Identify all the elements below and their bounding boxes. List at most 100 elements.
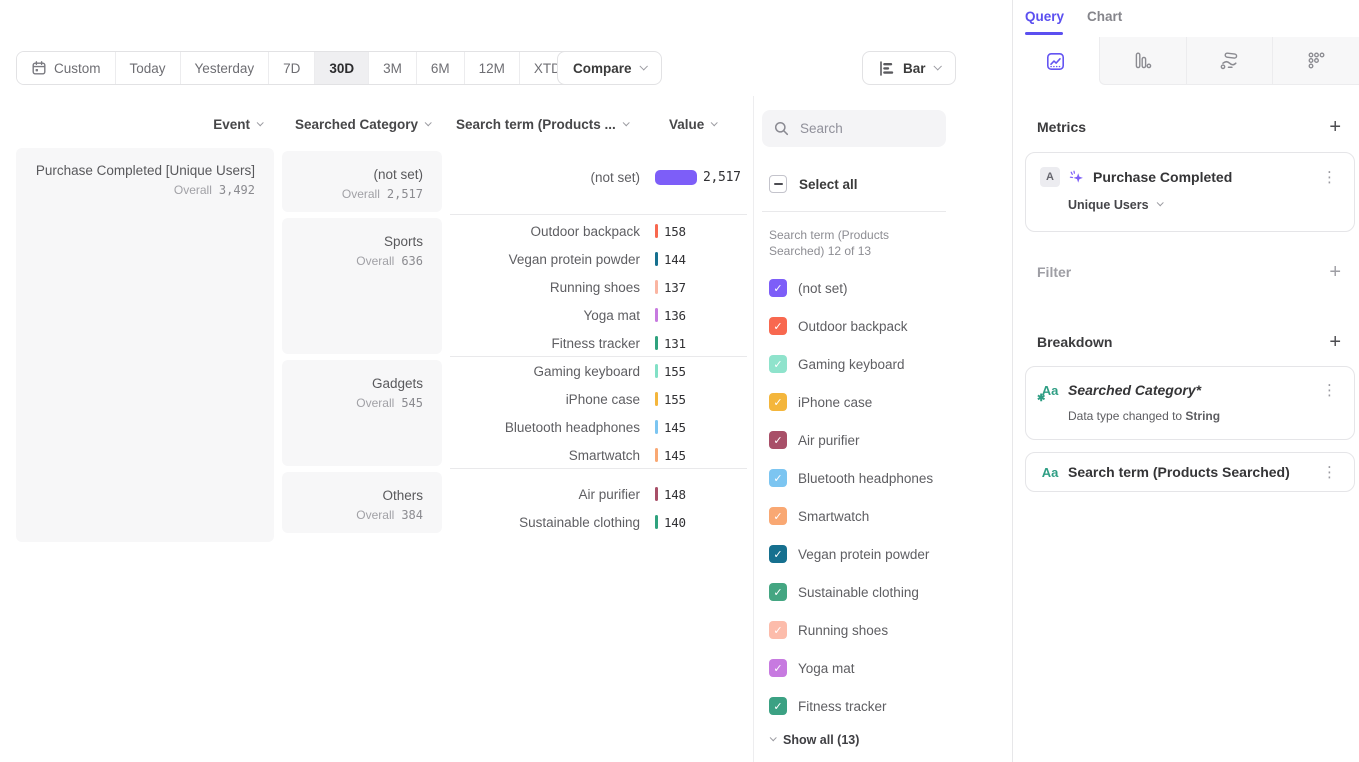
funnels-tab[interactable]	[1099, 37, 1186, 85]
legend-item[interactable]: ✓Smartwatch	[769, 497, 933, 535]
category-cell[interactable]: GadgetsOverall545	[282, 360, 442, 466]
breakdown-card-search-term[interactable]: Aa Search term (Products Searched) ⋮	[1025, 452, 1355, 492]
legend-searchbox	[762, 110, 946, 147]
column-header-searched-category[interactable]: Searched Category	[280, 117, 430, 132]
category-cell[interactable]: OthersOverall384	[282, 472, 442, 533]
legend-item-label: Yoga mat	[798, 661, 855, 676]
legend-checkbox[interactable]: ✓	[769, 507, 787, 525]
legend-item[interactable]: ✓Outdoor backpack	[769, 307, 933, 345]
metric-card[interactable]: A Purchase Completed ⋮ Unique Users	[1025, 152, 1355, 232]
add-metric-button plus-icon[interactable]: +	[1329, 120, 1341, 134]
query-sidebar: Query Chart	[1012, 0, 1359, 762]
column-header-search-term[interactable]: Search term (Products ...	[456, 117, 628, 132]
legend-item[interactable]: ✓ (not set)	[769, 269, 933, 307]
chevron-down-icon	[770, 734, 777, 741]
check-icon: ✓	[773, 663, 782, 674]
legend-checkbox[interactable]: ✓	[769, 431, 787, 449]
insights-icon	[1045, 51, 1066, 72]
legend-checkbox[interactable]: ✓	[769, 279, 787, 297]
flows-tab[interactable]	[1186, 37, 1273, 85]
retention-icon	[1306, 50, 1327, 71]
legend-checkbox[interactable]: ✓	[769, 469, 787, 487]
legend-checkbox[interactable]: ✓	[769, 659, 787, 677]
legend-item[interactable]: ✓iPhone case	[769, 383, 933, 421]
table-row[interactable]: Gaming keyboard155	[450, 357, 747, 385]
tab-chart[interactable]: Chart	[1087, 9, 1122, 24]
kebab-menu-icon[interactable]: ⋮	[1319, 168, 1340, 186]
value-bar	[655, 336, 658, 350]
legend-item[interactable]: ✓ Yoga mat	[769, 649, 933, 687]
legend-item[interactable]: ✓ Bluetooth headphones	[769, 459, 933, 497]
date-range-today[interactable]: Today	[115, 52, 180, 84]
column-header-value[interactable]: Value	[669, 117, 716, 132]
retention-tab[interactable]	[1272, 37, 1359, 85]
select-all-row[interactable]: Select all	[769, 175, 858, 193]
tab-query[interactable]: Query	[1025, 9, 1064, 24]
legend-item-label: Bluetooth headphones	[798, 471, 933, 486]
chevron-down-icon	[933, 62, 941, 70]
date-range-7d[interactable]: 7D	[268, 52, 314, 84]
search-icon	[774, 121, 789, 136]
column-header-event[interactable]: Event	[170, 117, 262, 132]
active-tab-underline	[1025, 32, 1063, 35]
aggregation-selector[interactable]: Unique Users	[1068, 198, 1340, 212]
legend-checkbox[interactable]: ✓	[769, 355, 787, 373]
legend-item[interactable]: ✓Air purifier	[769, 421, 933, 459]
kebab-menu-icon[interactable]: ⋮	[1319, 381, 1340, 399]
legend-checkbox[interactable]: ✓	[769, 621, 787, 639]
legend-checkbox[interactable]: ✓	[769, 393, 787, 411]
show-all-button[interactable]: Show all (13)	[770, 733, 859, 747]
select-all-checkbox[interactable]	[769, 175, 787, 193]
value-label: 2,517	[703, 170, 741, 185]
kebab-menu-icon[interactable]: ⋮	[1319, 463, 1340, 481]
legend-checkbox[interactable]: ✓	[769, 583, 787, 601]
value-bar	[655, 420, 658, 434]
category-cell[interactable]: (not set)Overall2,517	[282, 151, 442, 212]
table-row[interactable]: Running shoes137	[450, 273, 747, 301]
legend-item-label: (not set)	[798, 281, 848, 296]
table-row[interactable]: Air purifier148	[450, 480, 747, 508]
breakdown-note: Data type changed to String	[1068, 409, 1340, 423]
date-range-label: 12M	[479, 61, 505, 76]
date-range-30d[interactable]: 30D	[314, 52, 368, 84]
date-range-custom[interactable]: Custom	[17, 52, 115, 84]
search-input[interactable]	[798, 120, 934, 137]
table-row[interactable]: Smartwatch145	[450, 441, 747, 469]
legend-item[interactable]: ✓Gaming keyboard	[769, 345, 933, 383]
add-filter-button plus-icon[interactable]: +	[1329, 265, 1341, 279]
table-row[interactable]: Vegan protein powder144	[450, 245, 747, 273]
legend-item[interactable]: ✓Vegan protein powder	[769, 535, 933, 573]
category-overall: Overall545	[301, 396, 423, 410]
event-cell[interactable]: Purchase Completed [Unique Users] Overal…	[16, 148, 274, 542]
legend-item[interactable]: ✓Running shoes	[769, 611, 933, 649]
table-row[interactable]: (not set)2,517	[450, 163, 747, 191]
chart-type-button[interactable]: Bar	[862, 51, 956, 85]
legend-item[interactable]: ✓Fitness tracker	[769, 687, 933, 725]
date-range-yesterday[interactable]: Yesterday	[180, 52, 269, 84]
legend-checkbox[interactable]: ✓	[769, 545, 787, 563]
table-row[interactable]: Yoga mat136	[450, 301, 747, 329]
legend-checkbox[interactable]: ✓	[769, 317, 787, 335]
table-row[interactable]: iPhone case155	[450, 385, 747, 413]
legend-checkbox[interactable]: ✓	[769, 697, 787, 715]
check-icon: ✓	[773, 701, 782, 712]
category-overall: Overall2,517	[301, 187, 423, 201]
date-range-6m[interactable]: 6M	[416, 52, 464, 84]
breakdown-card-searched-category[interactable]: Aa✱ Searched Category* ⋮ Data type chang…	[1025, 366, 1355, 440]
table-row[interactable]: Outdoor backpack158	[450, 217, 747, 245]
date-range-label: 30D	[329, 61, 354, 76]
insights-tab[interactable]	[1013, 37, 1099, 85]
check-icon: ✓	[773, 397, 782, 408]
table-row[interactable]: Fitness tracker131	[450, 329, 747, 357]
event-title: Purchase Completed [Unique Users]	[35, 162, 255, 180]
category-cell[interactable]: SportsOverall636	[282, 218, 442, 354]
date-range-12m[interactable]: 12M	[464, 52, 519, 84]
table-row[interactable]: Sustainable clothing140	[450, 508, 747, 536]
add-breakdown-button plus-icon[interactable]: +	[1329, 335, 1341, 349]
date-range-3m[interactable]: 3M	[368, 52, 416, 84]
compare-button[interactable]: Compare	[557, 51, 662, 85]
legend-item[interactable]: ✓Sustainable clothing	[769, 573, 933, 611]
table-row[interactable]: Bluetooth headphones145	[450, 413, 747, 441]
term-label: Sustainable clothing	[450, 515, 640, 530]
value-label: 155	[664, 364, 686, 379]
